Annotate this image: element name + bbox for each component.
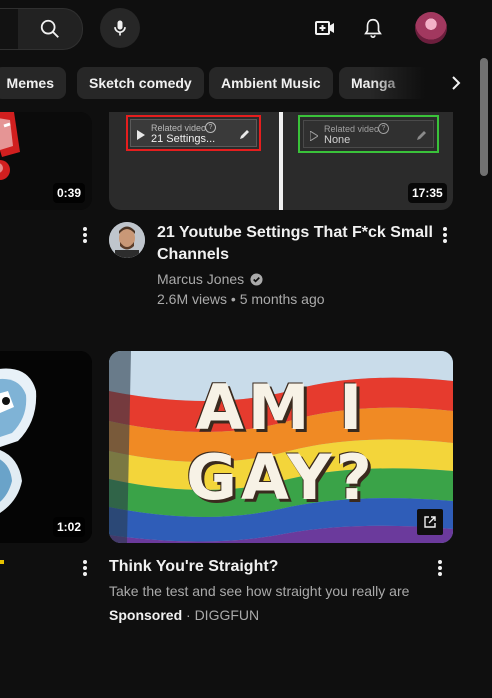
ad-description: Take the test and see how straight you r…: [109, 583, 410, 599]
channel-avatar-image: [109, 222, 145, 258]
chip-ambient-music[interactable]: Ambient Music: [209, 67, 333, 99]
related-video-label: Related video: [151, 123, 207, 133]
chevron-right-icon: [452, 76, 461, 90]
related-video-field: Related video ? None: [303, 120, 434, 148]
scrollbar-thumb[interactable]: [480, 58, 488, 176]
related-video-label: Related video: [324, 124, 380, 134]
verified-icon: [250, 272, 263, 286]
kebab-menu-icon: [83, 560, 87, 576]
ad-title[interactable]: Think You're Straight?: [109, 556, 278, 578]
search-input[interactable]: [0, 8, 20, 50]
kebab-menu-icon: [443, 227, 447, 243]
more-options-button[interactable]: [433, 223, 457, 247]
pencil-icon: [417, 131, 426, 140]
channel-name[interactable]: Marcus Jones: [157, 269, 244, 289]
video-duration: 17:35: [408, 183, 447, 203]
notifications-button[interactable]: [353, 8, 393, 48]
related-video-highlight-red: Related video ? 21 Settings...: [126, 115, 261, 151]
sponsored-badge: Sponsored: [109, 607, 183, 623]
ad-byline: Sponsored · DIGGFUN: [109, 605, 259, 625]
video-duration: 1:02: [53, 517, 86, 537]
thumbnail-text-line: GAY?: [186, 441, 376, 514]
thumbnail-divider: [279, 112, 283, 210]
help-icon: ?: [205, 122, 216, 133]
video-title[interactable]: 21 Youtube Settings That F*ck Small Chan…: [157, 222, 437, 266]
related-video-highlight-green: Related video ? None: [298, 115, 439, 153]
external-link-button[interactable]: [417, 509, 443, 535]
channel-name-row: Marcus Jones: [157, 269, 263, 289]
chip-memes[interactable]: Memes: [0, 67, 66, 99]
more-options-button[interactable]: [428, 556, 452, 580]
video-thumbnail-left-2[interactable]: [0, 351, 92, 543]
video-thumbnail-1[interactable]: Related video ? 21 Settings... Related v…: [109, 112, 453, 210]
video-title-line: Channels: [157, 246, 230, 263]
pencil-icon: [240, 130, 249, 139]
video-duration: 0:39: [53, 183, 86, 203]
search-button[interactable]: [18, 8, 83, 50]
accent-dot: [0, 560, 4, 564]
related-video-field: Related video ? 21 Settings...: [130, 119, 257, 147]
channel-avatar[interactable]: [109, 222, 145, 258]
create-button[interactable]: [305, 8, 345, 48]
advertiser-name[interactable]: · DIGGFUN: [186, 607, 259, 623]
kebab-menu-icon: [438, 560, 442, 576]
related-video-value: 21 Settings...: [151, 133, 216, 145]
ad-thumbnail[interactable]: AM I GAY?: [109, 351, 453, 543]
voice-search-button[interactable]: [100, 8, 140, 48]
thumbnail-art: [0, 351, 92, 543]
thumbnail-text-line: AM I: [195, 371, 367, 444]
chips-next-button[interactable]: [440, 67, 472, 99]
external-link-icon: [424, 516, 436, 528]
chip-sketch-comedy[interactable]: Sketch comedy: [77, 67, 204, 99]
video-title-line: 21 Youtube Settings That F*ck Small: [157, 224, 433, 241]
related-video-value: None: [324, 134, 351, 146]
play-icon: [137, 130, 145, 140]
chips-fade: [370, 60, 492, 106]
bell-icon: [364, 18, 382, 38]
search-icon: [40, 19, 59, 38]
play-icon: [310, 131, 318, 141]
ad-thumbnail-text: AM I GAY?: [109, 377, 453, 509]
create-video-icon: [315, 21, 334, 35]
kebab-menu-icon: [83, 227, 87, 243]
account-avatar[interactable]: [415, 12, 447, 44]
help-icon: ?: [378, 123, 389, 134]
mic-icon: [114, 20, 126, 36]
more-options-button[interactable]: [73, 556, 97, 580]
video-stats: 2.6M views • 5 months ago: [157, 291, 325, 307]
more-options-button[interactable]: [73, 223, 97, 247]
